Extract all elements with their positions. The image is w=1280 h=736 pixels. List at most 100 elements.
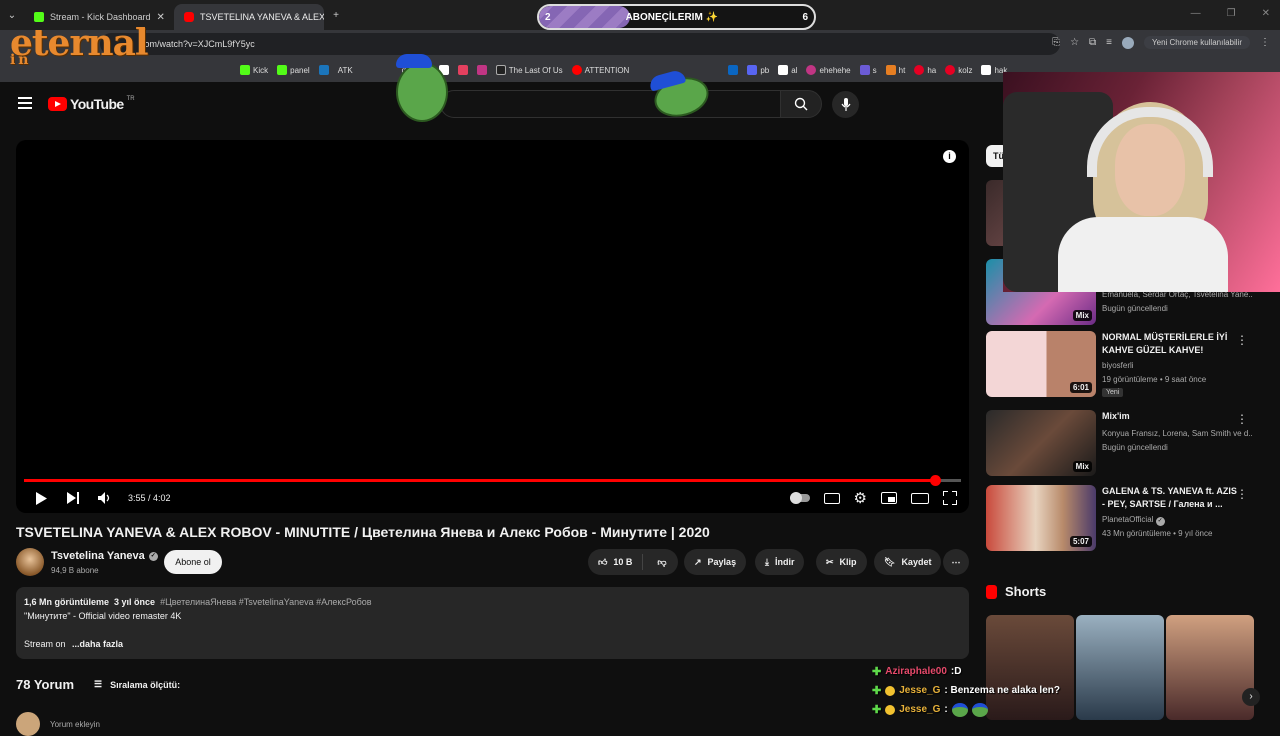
mix-badge: Mix xyxy=(1072,310,1092,321)
video-thumbnail[interactable]: 6:01 xyxy=(986,331,1096,397)
play-icon[interactable] xyxy=(32,489,50,507)
show-more-link[interactable]: ...daha fazla xyxy=(72,639,123,649)
bookmark-item[interactable] xyxy=(318,65,329,75)
goal-target: 6 xyxy=(802,11,808,23)
chat-sub-badge-icon xyxy=(885,704,896,715)
install-icon[interactable]: ⎘ xyxy=(1052,37,1060,48)
progress-bar[interactable] xyxy=(24,475,961,486)
tab-label: Stream - Kick Dashboard xyxy=(50,12,151,22)
channel-avatar[interactable] xyxy=(16,548,44,576)
bookmark-item[interactable]: pb xyxy=(747,65,769,75)
chat-message: ✚ Aziraphale00 :D xyxy=(872,662,1060,681)
video-thumbnail[interactable]: Mix xyxy=(986,410,1096,476)
subtitles-icon[interactable] xyxy=(823,492,840,504)
user-avatar xyxy=(16,712,40,736)
sort-button[interactable]: ☰ Sıralama ölçütü: xyxy=(94,679,180,690)
bookmark-item[interactable]: ATK xyxy=(338,66,353,75)
media-icon[interactable]: ≡ xyxy=(1106,37,1112,48)
bookmark-item[interactable]: ha xyxy=(914,65,936,75)
youtube-play-icon xyxy=(48,97,67,111)
info-icon[interactable]: i xyxy=(943,150,956,163)
bookmark-item[interactable]: ht xyxy=(885,65,905,75)
profile-avatar[interactable] xyxy=(1122,36,1135,49)
subscriber-goal-fill xyxy=(539,6,630,28)
tab-youtube-video[interactable]: TSVETELINA YANEVA & ALEX R ✕ xyxy=(174,4,324,30)
settings-gear-icon[interactable]: ⚙ xyxy=(854,489,867,507)
recommendation-item[interactable]: 5:07 GALENA & TS. YANEVA ft. AZIS - PEY,… xyxy=(986,485,1266,551)
rec-channel: PlanetaOfficial ✓ xyxy=(1102,515,1165,526)
youtube-logo[interactable]: YouTube TR xyxy=(48,96,135,112)
chat-text: :D xyxy=(950,666,962,677)
menu-hamburger-icon[interactable] xyxy=(18,97,32,109)
minimize-icon[interactable]: — xyxy=(1191,8,1201,19)
bookmark-item[interactable] xyxy=(476,65,487,75)
new-tab-button[interactable]: + xyxy=(324,10,348,21)
bookmark-item[interactable] xyxy=(728,65,739,75)
bookmark-item[interactable]: The Last Of Us xyxy=(495,65,563,75)
recommendation-item[interactable]: 6:01 NORMAL MÜŞTERİLERLE İYİ KAHVE GÜZEL… xyxy=(986,331,1266,397)
bookmark-star-icon[interactable]: ☆ xyxy=(1070,37,1079,48)
channel-name[interactable]: Tsvetelina Yaneva ✓ xyxy=(51,550,158,562)
share-button[interactable]: ↗ Paylaş xyxy=(684,549,747,575)
shorts-next-arrow-icon[interactable]: › xyxy=(1242,688,1260,706)
close-window-icon[interactable]: ✕ xyxy=(1262,8,1270,19)
bookmark-item[interactable]: ATTENTION xyxy=(571,65,629,75)
video-thumbnail[interactable]: 5:07 xyxy=(986,485,1096,551)
recommendation-item[interactable]: Mix Mix'im Konyua Fransız, Lorena, Sam S… xyxy=(986,410,1266,476)
url-input[interactable]: com/watch?v=XJCmL9fY5yc xyxy=(100,33,1060,55)
short-thumbnail[interactable] xyxy=(1166,615,1254,720)
rec-meta: Bugün güncellendi xyxy=(1102,443,1168,452)
more-actions-button[interactable]: ⋯ xyxy=(943,549,969,575)
url-text: com/watch?v=XJCmL9fY5yc xyxy=(140,39,255,49)
fullscreen-icon[interactable] xyxy=(942,490,958,506)
bookmark-item[interactable] xyxy=(457,65,468,75)
description-line: Stream on ...daha fazla xyxy=(24,639,124,649)
voice-search-button[interactable] xyxy=(832,91,859,118)
streamer-logo-overlay: eternal i n xyxy=(10,22,149,68)
tab-search-icon[interactable]: ⌄ xyxy=(0,10,24,21)
pepe-emote-icon xyxy=(971,702,988,717)
chrome-update-button[interactable]: Yeni Chrome kullanılabilir xyxy=(1144,36,1250,49)
dislike-button[interactable]: 👎︎ xyxy=(649,557,674,568)
search-input[interactable] xyxy=(440,90,780,118)
bookmark-item[interactable]: ehehehe xyxy=(806,65,851,75)
extensions-icon[interactable]: ⧉ xyxy=(1089,37,1096,48)
clip-button[interactable]: ✂ Klip xyxy=(816,549,867,575)
maximize-icon[interactable]: ❐ xyxy=(1227,8,1236,19)
rec-title: GALENA & TS. YANEVA ft. AZIS - PEY, SART… xyxy=(1102,486,1237,509)
video-description[interactable]: 1,6 Mn görüntüleme 3 yıl önce #Цветелина… xyxy=(16,587,969,659)
youtube-icon xyxy=(184,12,194,22)
short-thumbnail[interactable] xyxy=(1076,615,1164,720)
duration-badge: 5:07 xyxy=(1069,536,1092,547)
sort-icon: ☰ xyxy=(94,679,103,689)
more-vert-icon[interactable]: ⋮ xyxy=(1236,412,1248,426)
hashtags[interactable]: #ЦветелинаЯнева #TsvetelinaYaneva #Алекс… xyxy=(160,597,371,607)
theater-mode-icon[interactable] xyxy=(911,492,929,504)
bookmark-item[interactable]: al xyxy=(778,65,797,75)
volume-icon[interactable] xyxy=(96,489,114,507)
next-icon[interactable] xyxy=(64,489,82,507)
autoplay-toggle[interactable] xyxy=(789,492,810,504)
download-button[interactable]: ⤓ İndir xyxy=(755,549,805,575)
bookmark-item[interactable]: kolz xyxy=(945,65,972,75)
chat-badge-icon: ✚ xyxy=(872,685,882,697)
more-vert-icon[interactable]: ⋮ xyxy=(1236,333,1248,347)
progress-scrubber[interactable] xyxy=(929,475,941,486)
subscribe-button[interactable]: Abone ol xyxy=(164,550,222,574)
video-player[interactable]: i 3:55 / 4:02 ⚙ xyxy=(16,140,969,513)
description-meta: 1,6 Mn görüntüleme 3 yıl önce #Цветелина… xyxy=(24,597,372,607)
like-dislike-group: 👍︎ 10 B 👎︎ xyxy=(588,549,678,575)
bookmark-item[interactable]: panel xyxy=(277,65,310,75)
bookmark-item[interactable]: Kick xyxy=(240,65,268,75)
like-button[interactable]: 👍︎ 10 B xyxy=(588,554,644,570)
player-controls: 3:55 / 4:02 ⚙ xyxy=(32,489,958,507)
search-icon xyxy=(794,97,808,111)
close-icon[interactable]: ✕ xyxy=(157,12,165,23)
search-button[interactable] xyxy=(780,90,822,118)
save-button[interactable]: 🔖︎ Kaydet xyxy=(874,549,942,575)
miniplayer-icon[interactable] xyxy=(881,492,897,504)
menu-dots-icon[interactable]: ⋮ xyxy=(1260,37,1270,48)
more-vert-icon[interactable]: ⋮ xyxy=(1236,487,1248,501)
add-comment-row[interactable]: Yorum ekleyin xyxy=(16,712,100,736)
bookmark-item[interactable]: s xyxy=(859,65,877,75)
